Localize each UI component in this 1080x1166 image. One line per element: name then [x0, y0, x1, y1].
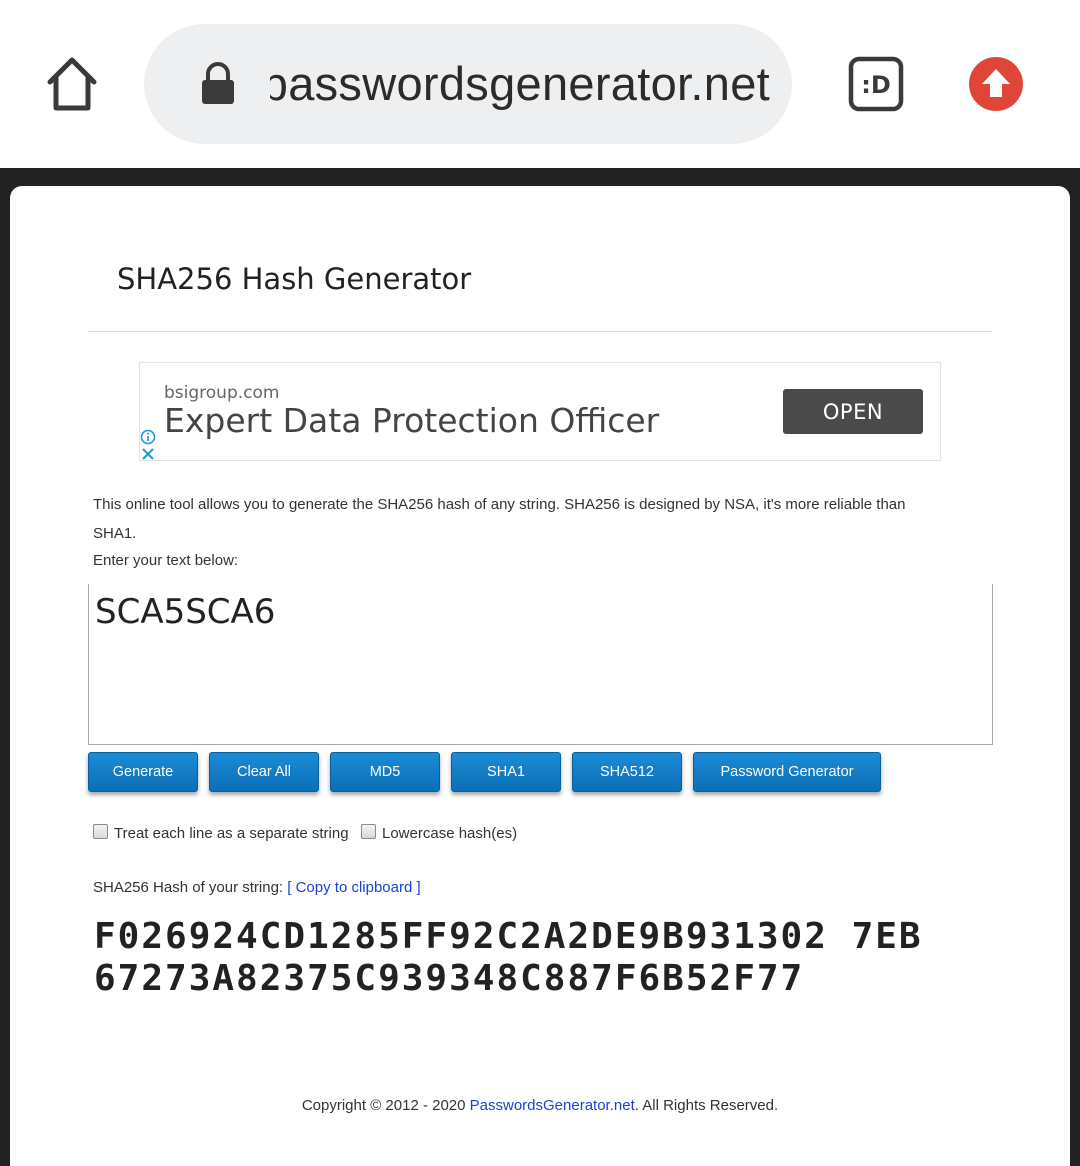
intro-line-1: This online tool allows you to generate …: [93, 496, 906, 513]
copy-to-clipboard-link[interactable]: [ Copy to clipboard ]: [287, 879, 420, 896]
ad-domain: bsigroup.com: [164, 383, 280, 403]
result-label-row: SHA256 Hash of your string: [ Copy to cl…: [93, 879, 421, 896]
address-bar[interactable]: passwordsgenerator.net: [144, 24, 792, 144]
md5-button[interactable]: MD5: [330, 752, 440, 792]
lowercase-label: Lowercase hash(es): [382, 825, 518, 842]
hash-line-1: F026924CD1285FF92C2A2DE9B931302 7EB: [94, 916, 923, 957]
url-text[interactable]: passwordsgenerator.net: [270, 54, 770, 114]
hash-output[interactable]: F026924CD1285FF92C2A2DE9B931302 7EB 67273…: [94, 916, 994, 1000]
clear-all-button[interactable]: Clear All: [209, 752, 319, 792]
extension-icon[interactable]: :D: [848, 56, 904, 112]
home-icon[interactable]: [40, 52, 104, 116]
hash-line-2: 67273A82375C939348C887F6B52F77: [94, 958, 805, 999]
lock-icon: [200, 62, 236, 106]
result-label: SHA256 Hash of your string:: [93, 879, 284, 896]
separate-lines-option[interactable]: Treat each line as a separate string: [93, 824, 349, 842]
enter-text-label: Enter your text below:: [93, 552, 239, 569]
ad-close-icon[interactable]: [141, 447, 155, 461]
password-generator-button[interactable]: Password Generator: [693, 752, 881, 792]
footer-suffix: . All Rights Reserved.: [634, 1097, 779, 1114]
browser-toolbar: passwordsgenerator.net :D: [0, 0, 1080, 168]
generate-button[interactable]: Generate: [88, 752, 198, 792]
string-input[interactable]: SCA5SCA6: [88, 584, 993, 745]
page-title: SHA256 Hash Generator: [117, 262, 472, 296]
sha512-button[interactable]: SHA512: [572, 752, 682, 792]
ad-banner[interactable]: bsigroup.com Expert Data Protection Offi…: [139, 362, 941, 461]
separate-lines-checkbox[interactable]: [93, 824, 108, 839]
separate-lines-label: Treat each line as a separate string: [114, 825, 349, 842]
footer-prefix: Copyright © 2012 - 2020: [301, 1097, 470, 1114]
lowercase-option[interactable]: Lowercase hash(es): [361, 824, 517, 842]
sha1-button[interactable]: SHA1: [451, 752, 561, 792]
extension-label: :D: [861, 71, 891, 99]
lowercase-checkbox[interactable]: [361, 824, 376, 839]
page-content: SHA256 Hash Generator bsigroup.com Exper…: [10, 186, 1070, 1166]
upload-arrow-icon[interactable]: [968, 56, 1024, 112]
ad-open-button[interactable]: OPEN: [783, 389, 923, 434]
title-divider: [88, 331, 992, 332]
intro-line-2: SHA1.: [93, 525, 137, 542]
ad-headline[interactable]: Expert Data Protection Officer: [164, 401, 659, 440]
footer: Copyright © 2012 - 2020 PasswordsGenerat…: [10, 1097, 1070, 1114]
footer-site-link[interactable]: PasswordsGenerator.net: [470, 1097, 635, 1114]
ad-info-icon[interactable]: [140, 429, 156, 445]
intro-text: This online tool allows you to generate …: [93, 490, 953, 548]
